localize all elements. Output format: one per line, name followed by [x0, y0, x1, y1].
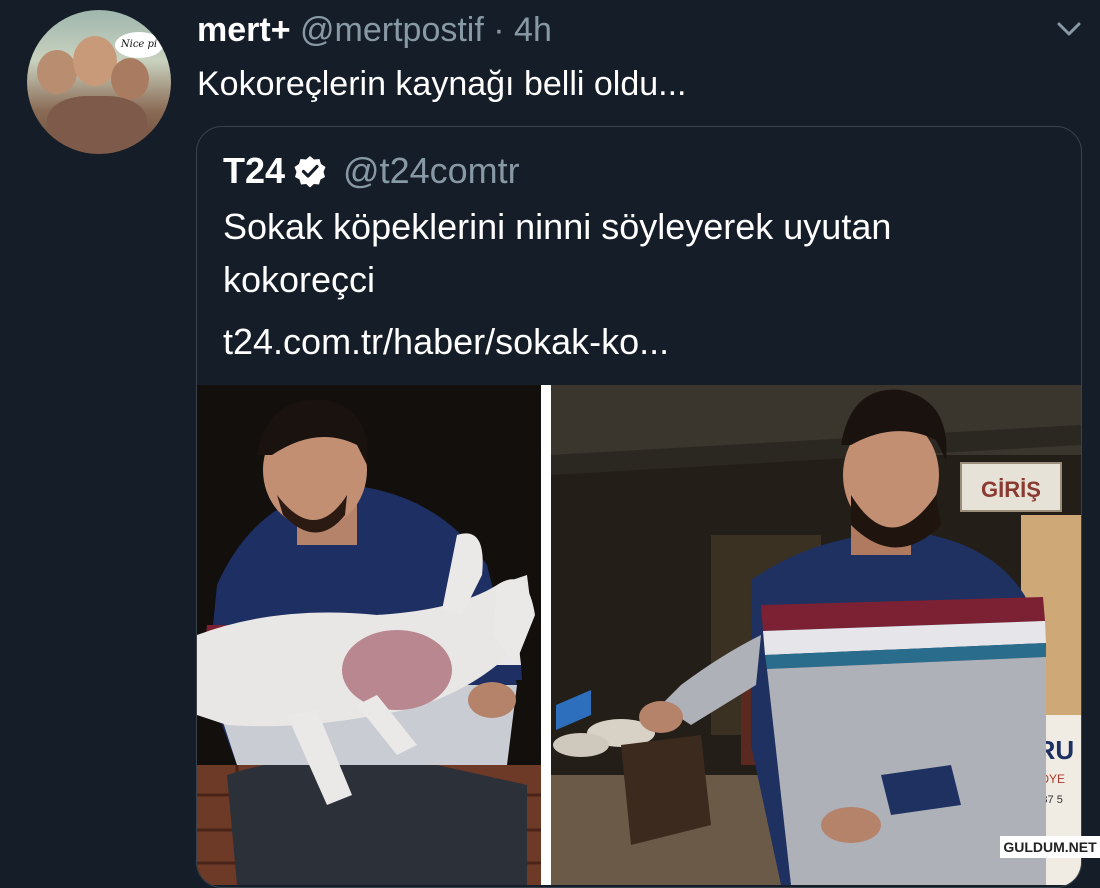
watermark: GULDUM.NET [1000, 836, 1100, 858]
quoted-tweet-card[interactable]: T24 @t24comtr Sokak köpeklerini ninni sö… [196, 126, 1082, 888]
photo-man-holding-dog[interactable] [197, 385, 541, 885]
photo-man-cooking[interactable]: GİRİŞ ARU MİDYE 0537 5 [551, 385, 1081, 885]
handle[interactable]: @mertpostif [300, 11, 484, 49]
photo-divider [541, 385, 551, 885]
timestamp[interactable]: 4h [514, 11, 552, 49]
quoted-link[interactable]: t24.com.tr/haber/sokak-ko... [223, 318, 669, 366]
chevron-down-icon[interactable] [1052, 14, 1086, 44]
sign-giris: GİRİŞ [981, 477, 1041, 502]
quoted-header: T24 @t24comtr [223, 147, 520, 195]
quoted-handle: @t24comtr [343, 150, 520, 191]
quoted-display-name: T24 [223, 150, 286, 191]
display-name[interactable]: mert+ [197, 11, 291, 49]
avatar[interactable]: Nice pi [27, 10, 171, 154]
tweet-header: mert+ @mertpostif · 4h [197, 8, 552, 52]
separator: · [493, 11, 505, 49]
avatar-speech-bubble: Nice pi [115, 32, 163, 58]
tweet-text: Kokoreçlerin kaynağı belli oldu... [197, 65, 687, 103]
verified-badge-icon [294, 156, 326, 188]
quoted-text: Sokak köpeklerini ninni söyleyerek uyuta… [223, 206, 892, 300]
